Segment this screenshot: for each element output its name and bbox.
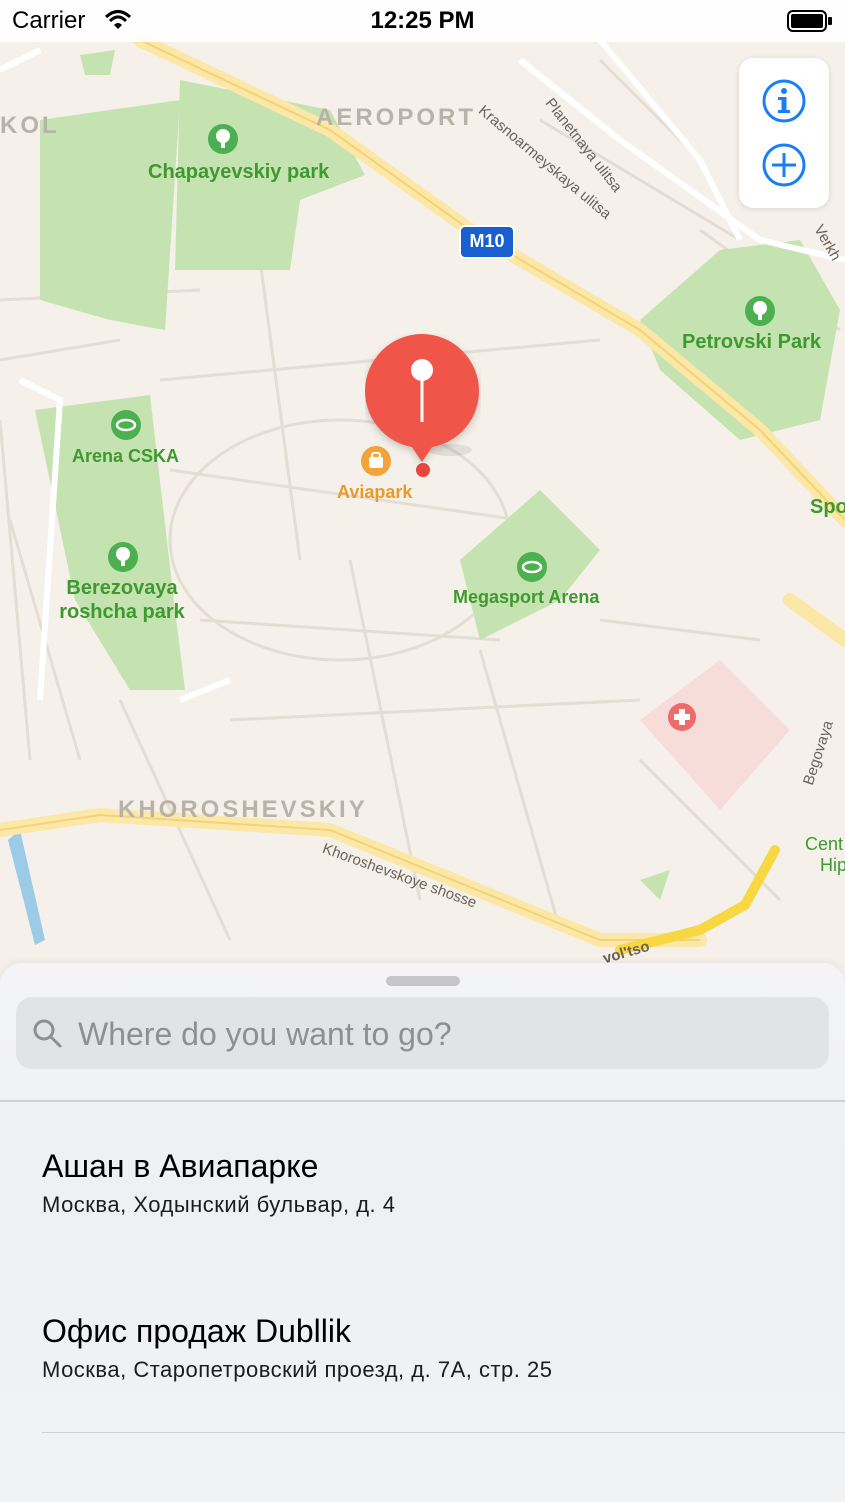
venue-label: Megasport Arena — [453, 587, 600, 607]
result-title: Офис продаж Dubllik — [42, 1313, 351, 1349]
sheet-grabber[interactable] — [386, 976, 460, 986]
map-pin-icon[interactable] — [365, 334, 481, 480]
edge-label: Spo — [810, 496, 845, 518]
park-label: Chapayevskiy park — [148, 161, 330, 183]
add-button[interactable] — [761, 142, 807, 188]
edge-label: Hip — [820, 855, 845, 875]
result-title: Ашан в Авиапарке — [42, 1148, 319, 1184]
map-view[interactable]: M10 AEROPORT KHOROSHEVSKIY KOL Chapayevs… — [0, 0, 845, 1000]
map-controls — [739, 58, 829, 208]
search-result-item[interactable]: Офис продаж Dubllik Москва, Старопетровс… — [42, 1311, 832, 1383]
district-label: KHOROSHEVSKIY — [118, 796, 368, 823]
plus-icon — [762, 143, 806, 187]
stadium-icon — [517, 552, 547, 582]
park-icon — [745, 296, 775, 326]
district-label: AEROPORT — [316, 104, 477, 131]
search-bar[interactable] — [16, 997, 829, 1069]
venue-label: Arena CSKA — [72, 446, 180, 466]
battery-icon — [787, 10, 832, 32]
park-label: Petrovski Park — [682, 331, 821, 353]
park-icon — [108, 542, 138, 572]
park-label: Berezovaya roshcha park — [59, 577, 185, 623]
road-shield-label: M10 — [469, 231, 505, 251]
park-icon — [208, 124, 238, 154]
status-bar: Carrier 12:25 PM — [0, 0, 845, 42]
divider — [42, 1432, 845, 1433]
result-subtitle: Москва, Ходынский бульвар, д. 4 — [42, 1192, 396, 1217]
bottom-sheet[interactable]: Ашан в Авиапарке Москва, Ходынский бульв… — [0, 963, 845, 1502]
status-time: 12:25 PM — [370, 7, 475, 34]
stadium-icon — [111, 410, 141, 440]
district-label: KOL — [0, 112, 60, 139]
info-icon — [762, 79, 806, 123]
search-result-item[interactable]: Ашан в Авиапарке Москва, Ходынский бульв… — [42, 1146, 832, 1218]
poi-label: Aviapark — [337, 482, 413, 502]
map-canvas — [0, 0, 845, 1000]
divider — [0, 1100, 845, 1102]
result-subtitle: Москва, Старопетровский проезд, д. 7А, с… — [42, 1357, 553, 1382]
info-button[interactable] — [761, 78, 807, 124]
edge-label: Cent — [805, 834, 844, 854]
hospital-icon — [668, 703, 696, 731]
search-input[interactable] — [76, 1007, 820, 1061]
search-icon — [32, 1018, 62, 1048]
